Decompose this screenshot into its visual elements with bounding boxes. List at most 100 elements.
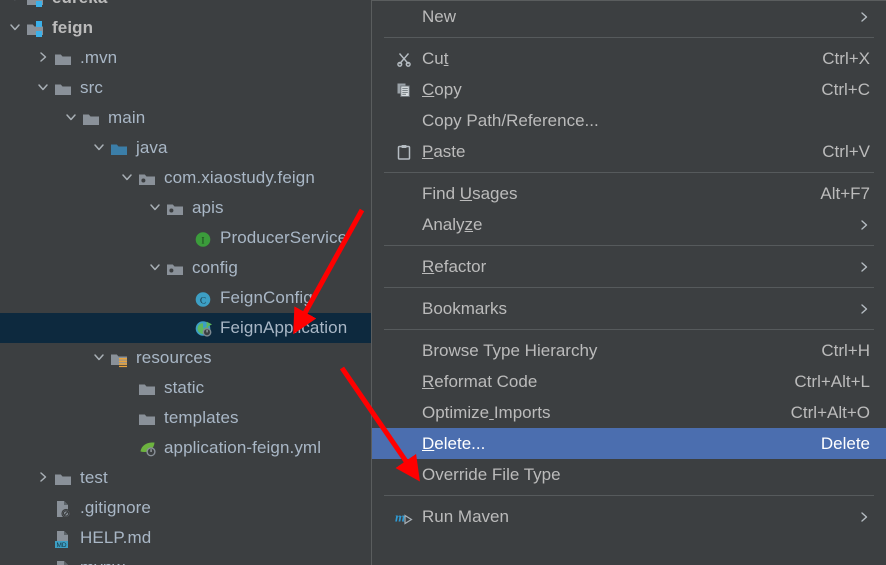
menu-item-label: Cut [422, 48, 449, 68]
tree-row-label: main [108, 108, 146, 127]
tree-row-mvnw[interactable]: mvnw [0, 553, 371, 565]
menu-item-run-maven[interactable]: m Run Maven [372, 501, 886, 532]
svg-text:I: I [201, 237, 204, 247]
menu-separator [384, 495, 874, 496]
context-menu[interactable]: New Cut Ctrl+X Copy Ctrl+C Copy Path/Referenc… [371, 0, 886, 565]
menu-item-label: Optimize Imports [422, 402, 551, 422]
tree-row-label: src [80, 78, 103, 97]
tree-row-label: feign [52, 18, 94, 37]
chevron-down-icon[interactable] [120, 170, 136, 186]
chevron-down-icon[interactable] [8, 0, 24, 6]
menu-item-optimize-imports[interactable]: Optimize Imports Ctrl+Alt+O [372, 397, 886, 428]
chevron-down-icon[interactable] [148, 260, 164, 276]
project-tree-panel[interactable]: eureka feign .mvn srcmain java com.xiaostudy.… [0, 0, 371, 565]
package-icon [166, 258, 186, 278]
chevron-down-icon[interactable] [64, 110, 80, 126]
menu-item-shortcut: Delete [820, 433, 870, 453]
svg-text:m: m [395, 509, 405, 524]
menu-item-browse-type-hierarchy[interactable]: Browse Type Hierarchy Ctrl+H [372, 335, 886, 366]
menu-item-bookmarks[interactable]: Bookmarks [372, 293, 886, 324]
module-folder-icon [26, 18, 46, 38]
menu-item-label: Run Maven [422, 506, 509, 526]
menu-item-refactor[interactable]: Refactor [372, 251, 886, 282]
folder-icon [54, 468, 74, 488]
tree-row-static[interactable]: static [0, 373, 371, 403]
tree-row-label: FeignConfig [220, 288, 313, 307]
tree-row--gitignore[interactable]: .gitignore [0, 493, 371, 523]
menu-item-paste[interactable]: Paste Ctrl+V [372, 136, 886, 167]
script-file-icon [54, 558, 74, 565]
tree-row-label: templates [164, 408, 239, 427]
tree-row-label: application-feign.yml [164, 438, 322, 457]
tree-row-resources[interactable]: resources [0, 343, 371, 373]
menu-item-delete[interactable]: Delete... Delete [372, 428, 886, 459]
menu-item-override-file-type[interactable]: Override File Type [372, 459, 886, 490]
chevron-right-icon[interactable] [36, 470, 52, 486]
menu-item-shortcut: Ctrl+C [821, 79, 870, 99]
menu-item-cut[interactable]: Cut Ctrl+X [372, 43, 886, 74]
menu-item-label: Find Usages [422, 183, 518, 203]
chevron-right-icon [858, 303, 886, 315]
svg-text:C: C [200, 295, 206, 305]
tree-row-feignconfig[interactable]: C FeignConfig [0, 283, 371, 313]
scissors-icon [390, 51, 418, 67]
tree-row-com-xiaostudy-feign[interactable]: com.xiaostudy.feign [0, 163, 371, 193]
tree-row-label: FeignApplication [220, 318, 348, 337]
chevron-down-icon[interactable] [148, 200, 164, 216]
tree-row-label: java [136, 138, 168, 157]
tree-row-apis[interactable]: apis [0, 193, 371, 223]
menu-item-new[interactable]: New [372, 1, 886, 32]
chevron-down-icon[interactable] [92, 140, 108, 156]
tree-row-help-md[interactable]: MD HELP.md [0, 523, 371, 553]
menu-item-reformat-code[interactable]: Reformat Code Ctrl+Alt+L [372, 366, 886, 397]
chevron-down-icon[interactable] [92, 350, 108, 366]
package-icon [138, 168, 158, 188]
folder-icon [54, 78, 74, 98]
tree-row-java[interactable]: java [0, 133, 371, 163]
chevron-down-icon[interactable] [8, 20, 24, 36]
copy-icon [390, 82, 418, 98]
menu-separator [384, 329, 874, 330]
chevron-down-icon[interactable] [36, 80, 52, 96]
menu-item-label: Copy Path/Reference... [422, 110, 599, 130]
tree-row-feign[interactable]: feign [0, 13, 371, 43]
paste-icon [390, 144, 418, 160]
menu-item-find-usages[interactable]: Find Usages Alt+F7 [372, 178, 886, 209]
menu-item-analyze[interactable]: Analyze [372, 209, 886, 240]
menu-separator [384, 37, 874, 38]
tree-row-label: HELP.md [80, 528, 152, 547]
chevron-right-icon[interactable] [36, 50, 52, 66]
idea-project-view-with-context-menu: eureka feign .mvn srcmain java com.xiaostudy.… [0, 0, 886, 565]
tree-row-main[interactable]: main [0, 103, 371, 133]
tree-row-application-feign-yml[interactable]: application-feign.yml [0, 433, 371, 463]
menu-item-shortcut: Ctrl+Alt+L [794, 371, 870, 391]
tree-row-feignapplication[interactable]: FeignApplication [0, 313, 371, 343]
tree-row-src[interactable]: src [0, 73, 371, 103]
chevron-right-icon [858, 511, 886, 523]
tree-row-config[interactable]: config [0, 253, 371, 283]
tree-row-label: config [192, 258, 238, 277]
menu-item-copy[interactable]: Copy Ctrl+C [372, 74, 886, 105]
resource-folder-icon [110, 348, 130, 368]
tree-row-eureka[interactable]: eureka [0, 0, 371, 13]
menu-item-label: Copy [422, 79, 462, 99]
menu-item-copy-path-reference[interactable]: Copy Path/Reference... [372, 105, 886, 136]
tree-row-test[interactable]: test [0, 463, 371, 493]
tree-row--mvn[interactable]: .mvn [0, 43, 371, 73]
tree-row-label: .mvn [80, 48, 118, 67]
folder-icon [54, 48, 74, 68]
spring-yaml-icon [138, 438, 158, 458]
tree-row-producerservice[interactable]: I ProducerService [0, 223, 371, 253]
menu-item-shortcut: Alt+F7 [820, 183, 870, 203]
tree-row-label: static [164, 378, 205, 397]
tree-row-label: ProducerService [220, 228, 348, 247]
tree-row-label: apis [192, 198, 224, 217]
tree-row-templates[interactable]: templates [0, 403, 371, 433]
menu-item-shortcut: Ctrl+H [821, 340, 870, 360]
